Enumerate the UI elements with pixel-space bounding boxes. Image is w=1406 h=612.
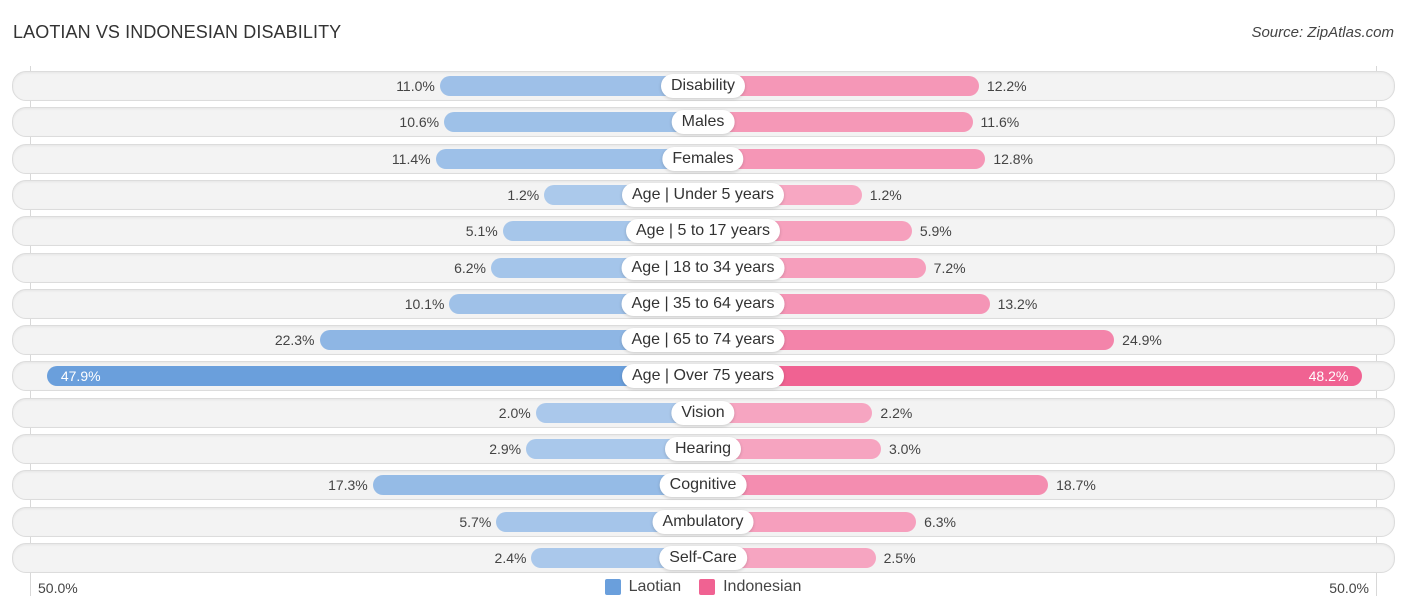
- value-label-indonesian: 13.2%: [997, 295, 1038, 312]
- bar-laotian[interactable]: [444, 112, 703, 133]
- value-label-laotian: 1.2%: [507, 186, 540, 203]
- value-label-indonesian: 24.9%: [1122, 332, 1162, 349]
- value-label-indonesian: 5.9%: [919, 223, 952, 240]
- category-label: Age | Over 75 years: [622, 364, 784, 389]
- category-label: Self-Care: [659, 545, 747, 570]
- legend-swatch-laotian: [604, 579, 621, 595]
- value-label-indonesian: 3.0%: [888, 441, 921, 457]
- value-label-laotian: 22.3%: [274, 332, 315, 349]
- value-label-laotian: 10.6%: [399, 114, 440, 131]
- category-label: Hearing: [664, 437, 742, 461]
- value-label-indonesian: 12.2%: [986, 78, 1027, 94]
- source-label: Source: ZipAtlas.com: [1251, 24, 1394, 41]
- value-label-laotian: 10.1%: [404, 295, 445, 312]
- bar-laotian[interactable]: [46, 366, 703, 387]
- value-label-indonesian: 2.5%: [883, 549, 916, 566]
- category-label: Age | 65 to 74 years: [621, 328, 785, 353]
- legend-label-laotian: Laotian: [628, 578, 682, 595]
- value-label-laotian: 5.1%: [465, 223, 498, 240]
- value-label-laotian: 47.9%: [60, 368, 101, 385]
- value-label-indonesian: 48.2%: [1308, 368, 1349, 385]
- category-label: Females: [662, 146, 744, 171]
- value-label-laotian: 2.9%: [489, 441, 522, 457]
- value-label-laotian: 6.2%: [454, 259, 486, 276]
- category-label: Ambulatory: [652, 509, 754, 534]
- value-label-indonesian: 18.7%: [1056, 477, 1096, 494]
- value-label-indonesian: 1.2%: [869, 186, 902, 203]
- value-label-laotian: 17.3%: [328, 477, 368, 494]
- category-label: Cognitive: [659, 473, 747, 498]
- legend-label-indonesian: Indonesian: [723, 578, 802, 595]
- chart-title: LAOTIAN VS INDONESIAN DISABILITY: [13, 22, 342, 42]
- legend-item-laotian[interactable]: Laotian: [604, 578, 682, 596]
- legend-swatch-indonesian: [699, 579, 716, 595]
- value-label-indonesian: 11.6%: [980, 114, 1020, 131]
- category-label: Vision: [671, 400, 735, 425]
- value-label-laotian: 11.4%: [391, 150, 431, 167]
- value-label-laotian: 2.4%: [494, 549, 527, 566]
- bar-indonesian[interactable]: [703, 148, 986, 169]
- category-label: Males: [671, 110, 735, 135]
- value-label-indonesian: 7.2%: [933, 259, 966, 276]
- value-label-indonesian: 12.8%: [993, 150, 1034, 167]
- category-label: Age | 5 to 17 years: [625, 219, 781, 244]
- legend: Laotian Indonesian: [0, 578, 1406, 596]
- bar-indonesian[interactable]: [703, 475, 1049, 496]
- value-label-indonesian: 2.2%: [880, 404, 913, 421]
- bar-indonesian[interactable]: [703, 366, 1363, 387]
- legend-item-indonesian[interactable]: Indonesian: [699, 578, 801, 596]
- category-label: Disability: [660, 74, 746, 98]
- value-label-laotian: 11.0%: [396, 78, 435, 94]
- bar-indonesian[interactable]: [703, 112, 973, 133]
- value-label-laotian: 5.7%: [459, 513, 492, 530]
- value-label-laotian: 2.0%: [498, 404, 531, 421]
- category-label: Age | Under 5 years: [621, 182, 785, 207]
- category-label: Age | 18 to 34 years: [621, 255, 785, 280]
- value-label-indonesian: 6.3%: [924, 513, 957, 530]
- bar-laotian[interactable]: [372, 475, 703, 496]
- category-label: Age | 35 to 64 years: [621, 291, 785, 316]
